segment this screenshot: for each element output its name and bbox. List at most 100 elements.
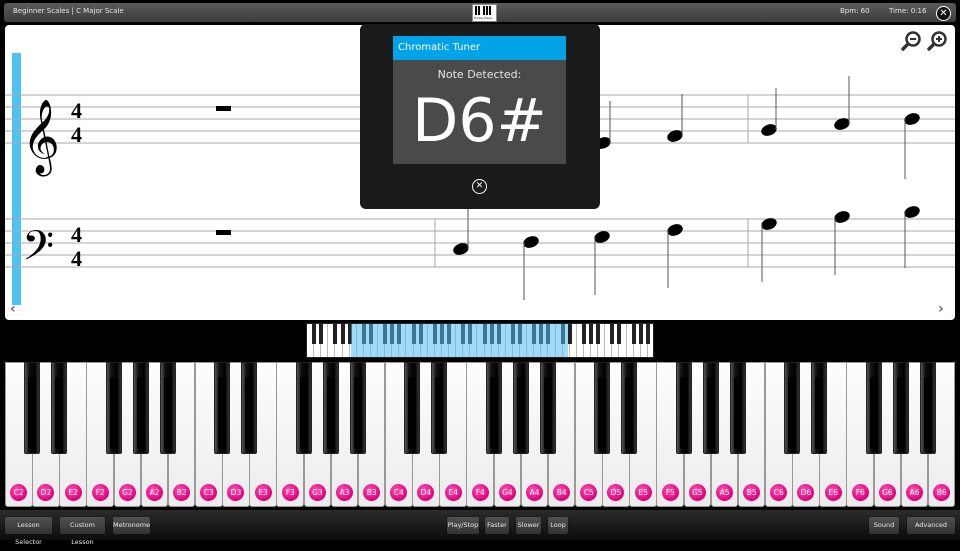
black-key-dsharp5[interactable] <box>621 362 638 454</box>
key-label: G5 <box>688 484 706 501</box>
mini-black-key <box>340 324 345 344</box>
play-stop-button[interactable]: Play/Stop <box>447 517 479 534</box>
breadcrumb[interactable]: Beginner Scales | C Major Scale <box>13 7 124 15</box>
black-key-csharp2[interactable] <box>24 362 41 454</box>
key-label: C3 <box>200 484 218 501</box>
mini-black-key <box>312 324 317 344</box>
key-label: A3 <box>336 484 354 501</box>
mini-black-key <box>319 324 324 344</box>
keyboard-range-navigator[interactable] <box>306 323 654 358</box>
key-label: D6 <box>797 484 815 501</box>
scroll-left-arrow[interactable]: ‹ <box>10 301 16 317</box>
key-label: F3 <box>281 484 299 501</box>
mini-black-key <box>610 324 615 344</box>
close-icon[interactable]: ✕ <box>936 6 951 21</box>
lesson-selector-button[interactable]: Lesson Selector <box>5 517 52 546</box>
black-key-csharp6[interactable] <box>784 362 801 454</box>
key-label: C4 <box>390 484 408 501</box>
key-label: G6 <box>878 484 896 501</box>
key-label: B2 <box>173 484 191 501</box>
key-label: C5 <box>580 484 598 501</box>
zoom-out-icon[interactable] <box>901 31 921 51</box>
key-label: F6 <box>851 484 869 501</box>
black-key-gsharp6[interactable] <box>892 362 909 454</box>
black-key-gsharp5[interactable] <box>702 362 719 454</box>
black-key-csharp4[interactable] <box>404 362 421 454</box>
key-label: B5 <box>743 484 761 501</box>
black-key-fsharp4[interactable] <box>485 362 502 454</box>
logo-key <box>489 6 491 15</box>
mini-black-key <box>617 324 622 344</box>
black-key-gsharp3[interactable] <box>322 362 339 454</box>
black-key-dsharp6[interactable] <box>811 362 828 454</box>
key-label: G4 <box>498 484 516 501</box>
black-key-fsharp3[interactable] <box>295 362 312 454</box>
black-key-asharp4[interactable] <box>539 362 556 454</box>
slower-button[interactable]: Slower <box>516 517 541 534</box>
key-label: C6 <box>770 484 788 501</box>
black-key-asharp6[interactable] <box>919 362 936 454</box>
logo-text: Purely Piano <box>474 16 493 20</box>
mini-black-key <box>638 324 643 344</box>
bass-time-bottom: 4 <box>71 246 82 271</box>
treble-time-top: 4 <box>71 98 82 123</box>
time-readout: Time: 0:16 <box>889 7 927 15</box>
mini-black-key <box>581 324 586 344</box>
chromatic-tuner-dialog: Chromatic Tuner Note Detected: D6# ✕ <box>360 24 600 209</box>
black-key-fsharp5[interactable] <box>675 362 692 454</box>
detected-note: D6# <box>412 86 547 156</box>
metronome-button[interactable]: Metronome <box>113 517 150 534</box>
black-key-asharp3[interactable] <box>349 362 366 454</box>
faster-button[interactable]: Faster <box>485 517 509 534</box>
key-label: E5 <box>634 484 652 501</box>
black-key-asharp2[interactable] <box>159 362 176 454</box>
bass-clef: 𝄢 <box>22 222 54 280</box>
black-key-gsharp2[interactable] <box>132 362 149 454</box>
piano-keyboard: C2 D2 E2 F2 G2 A2 B2 C3 D3 E3 F3 G3 A3 B3 C4 D4 E4 F4 G4 A4… <box>5 362 956 508</box>
key-label: F4 <box>471 484 489 501</box>
mini-black-key <box>645 324 650 344</box>
note-detected-label: Note Detected: <box>437 68 522 81</box>
tuner-close-icon[interactable]: ✕ <box>472 179 487 194</box>
key-label: E3 <box>254 484 272 501</box>
mini-black-key <box>631 324 636 344</box>
treble-time-bottom: 4 <box>71 122 82 147</box>
key-label: F2 <box>91 484 109 501</box>
black-key-csharp5[interactable] <box>594 362 611 454</box>
black-key-dsharp2[interactable] <box>51 362 68 454</box>
advanced-button[interactable]: Advanced <box>907 517 955 534</box>
black-key-fsharp6[interactable] <box>865 362 882 454</box>
key-label: F5 <box>661 484 679 501</box>
scroll-right-arrow[interactable]: › <box>938 301 944 317</box>
black-key-csharp3[interactable] <box>214 362 231 454</box>
mini-black-key <box>596 324 601 344</box>
key-label: B4 <box>553 484 571 501</box>
top-bar: Beginner Scales | C Major Scale Purely P… <box>4 3 956 22</box>
key-label: D3 <box>227 484 245 501</box>
key-label: G2 <box>118 484 136 501</box>
key-label: B3 <box>363 484 381 501</box>
sound-button[interactable]: Sound <box>869 517 899 534</box>
tuner-title: Chromatic Tuner <box>393 36 566 60</box>
mini-black-key <box>589 324 594 344</box>
black-key-fsharp2[interactable] <box>105 362 122 454</box>
key-label: A4 <box>526 484 544 501</box>
custom-lesson-button[interactable]: Custom Lesson <box>60 517 105 546</box>
black-key-asharp5[interactable] <box>729 362 746 454</box>
visible-range-highlight[interactable] <box>351 324 568 357</box>
treble-whole-rest <box>216 106 231 111</box>
bpm-readout: Bpm: 60 <box>840 7 870 15</box>
black-key-dsharp3[interactable] <box>241 362 258 454</box>
mini-black-key <box>567 324 572 344</box>
key-label: E4 <box>444 484 462 501</box>
black-key-gsharp4[interactable] <box>512 362 529 454</box>
key-label: D2 <box>37 484 55 501</box>
treble-clef: 𝄞 <box>22 100 60 177</box>
logo-key <box>475 6 477 15</box>
bass-time-top: 4 <box>71 222 82 247</box>
loop-button[interactable]: Loop <box>548 517 568 534</box>
tuner-panel: Chromatic Tuner Note Detected: D6# <box>393 36 566 164</box>
black-key-dsharp4[interactable] <box>431 362 448 454</box>
zoom-in-icon[interactable] <box>927 31 947 51</box>
key-label: C2 <box>10 484 28 501</box>
